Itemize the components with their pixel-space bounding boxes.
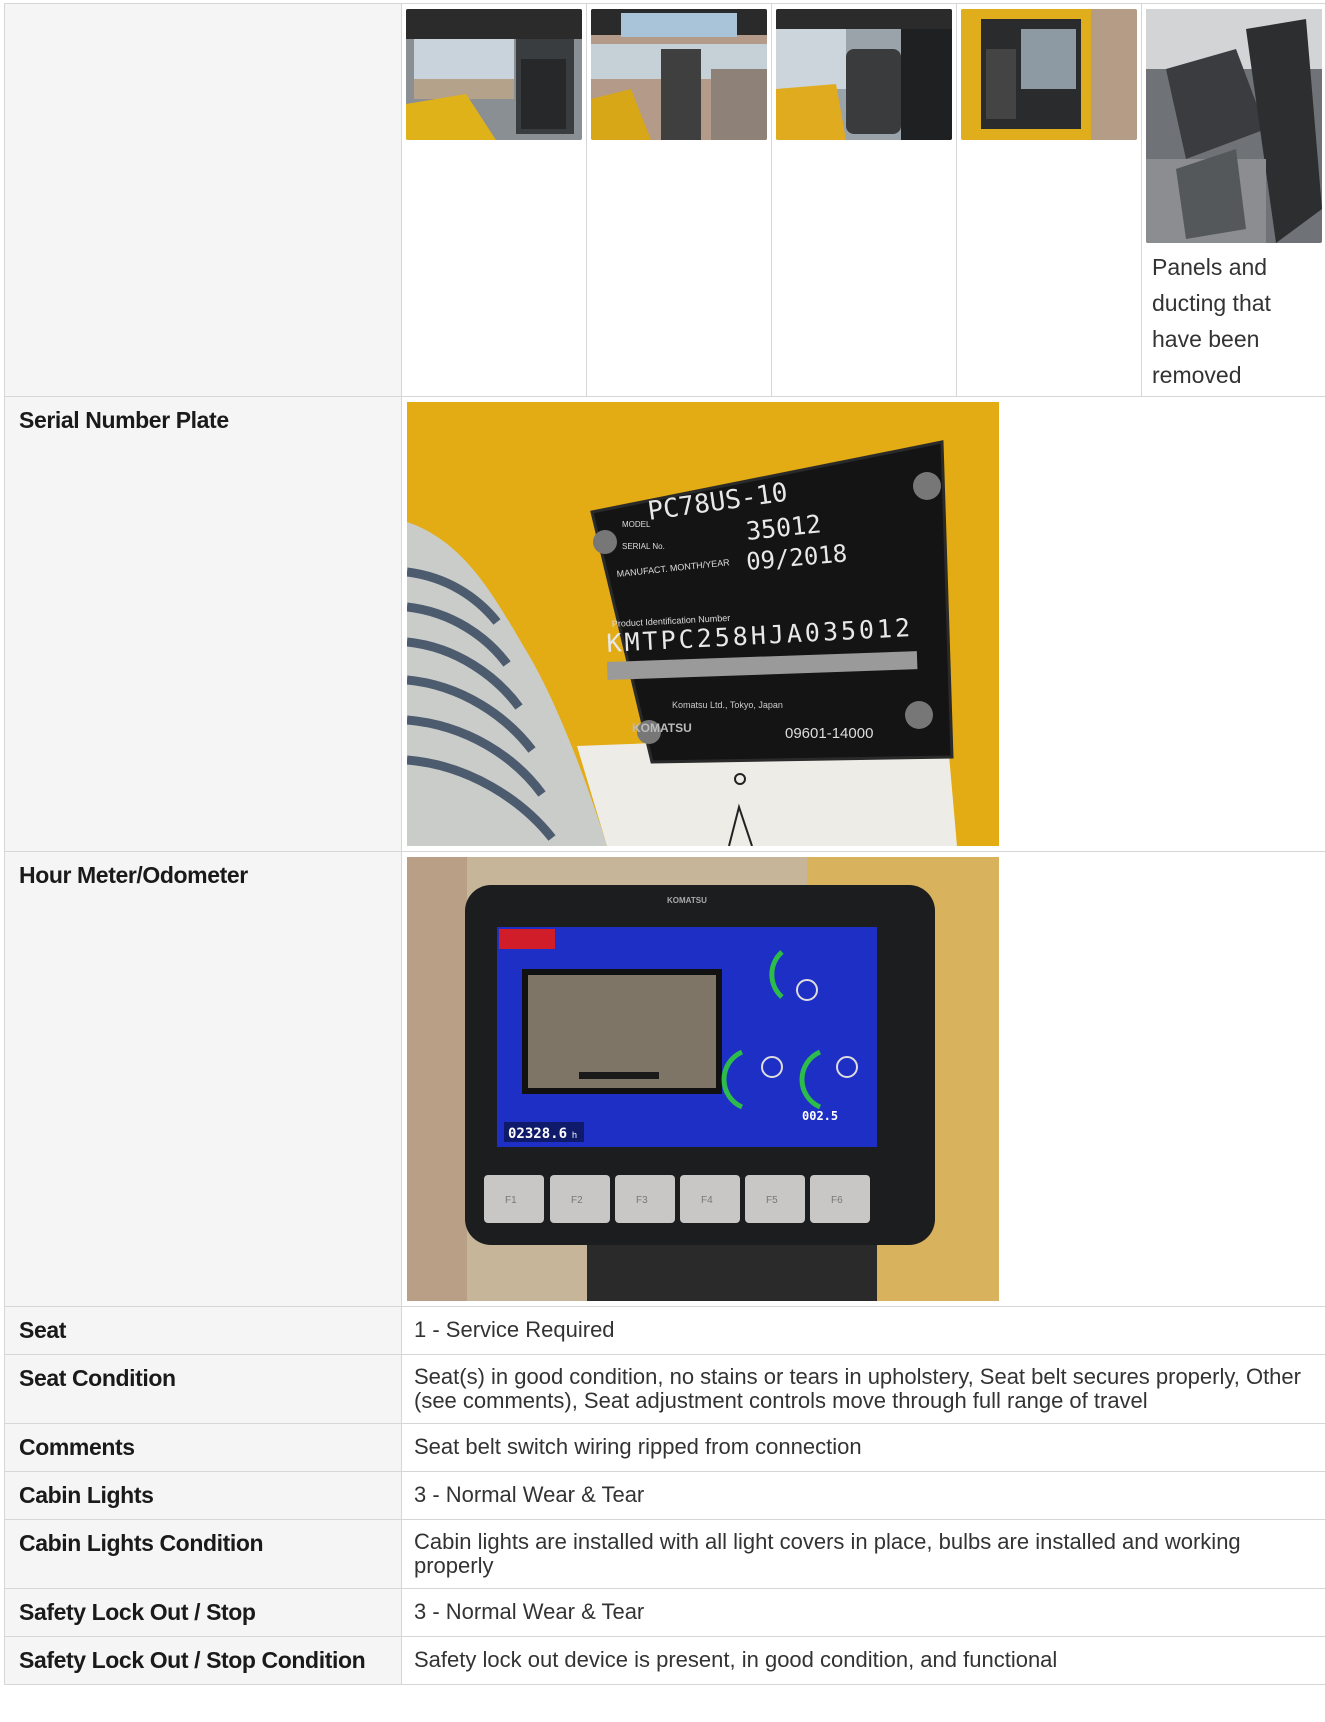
serial-plate-photo[interactable]: MODEL PC78US-10 SERIAL No. 35012 MANUFAC… — [407, 402, 999, 846]
field-label: Safety Lock Out / Stop Condition — [4, 1636, 402, 1685]
empty-label-cell — [4, 3, 402, 397]
thumbnail-cell: Panels and ducting that have been remove… — [1142, 4, 1325, 396]
function-key-label: F6 — [831, 1195, 843, 1206]
field-row: Safety Lock Out / Stop 3 - Normal Wear &… — [4, 1588, 1325, 1637]
photo-strip-row: Panels and ducting that have been remove… — [4, 3, 1325, 397]
field-row: Cabin Lights 3 - Normal Wear & Tear — [4, 1471, 1325, 1520]
function-key-label: F1 — [505, 1195, 517, 1206]
field-value: 1 - Service Required — [401, 1306, 1325, 1355]
serial-plate-row: Serial Number Plate MODEL PC78US-10 SERI… — [4, 396, 1325, 852]
cabin-door-photo[interactable] — [961, 9, 1137, 140]
field-label: Comments — [4, 1423, 402, 1472]
field-label: Seat — [4, 1306, 402, 1355]
field-label: Hour Meter/Odometer — [4, 851, 402, 1307]
field-value: Seat(s) in good condition, no stains or … — [401, 1354, 1325, 1424]
function-key-label: F2 — [571, 1195, 583, 1206]
field-label: Serial Number Plate — [4, 396, 402, 852]
hour-unit: h — [572, 1130, 577, 1140]
operator-seat-photo[interactable] — [776, 9, 952, 140]
field-label: Cabin Lights Condition — [4, 1519, 402, 1589]
hour-meter-photo[interactable]: KOMATSU 02328.6 h 002.5 F1 F2 F3 F4 F5 F… — [407, 857, 999, 1301]
plate-part-number: 09601-14000 — [785, 725, 873, 742]
field-row: Seat Condition Seat(s) in good condition… — [4, 1354, 1325, 1424]
display-brand: KOMATSU — [667, 896, 707, 905]
function-key-label: F3 — [636, 1195, 648, 1206]
field-row: Safety Lock Out / Stop Condition Safety … — [4, 1636, 1325, 1685]
field-value: 3 - Normal Wear & Tear — [401, 1471, 1325, 1520]
serial-plate-cell: MODEL PC78US-10 SERIAL No. 35012 MANUFAC… — [401, 396, 1325, 852]
field-value: Safety lock out device is present, in go… — [401, 1636, 1325, 1685]
plate-model-caption: MODEL — [622, 520, 651, 529]
cabin-interior-photo[interactable] — [406, 9, 582, 140]
field-value: Seat belt switch wiring ripped from conn… — [401, 1423, 1325, 1472]
field-label: Seat Condition — [4, 1354, 402, 1424]
field-label: Cabin Lights — [4, 1471, 402, 1520]
photo-strip-cell: Panels and ducting that have been remove… — [401, 3, 1325, 397]
hour-meter-row: Hour Meter/Odometer KOMATSU 02328.6 h 00… — [4, 851, 1325, 1307]
plate-serial-caption: SERIAL No. — [622, 542, 665, 551]
field-value: Cabin lights are installed with all ligh… — [401, 1519, 1325, 1589]
function-key-label: F4 — [701, 1195, 713, 1206]
thumbnail-cell — [957, 4, 1142, 396]
field-label: Safety Lock Out / Stop — [4, 1588, 402, 1637]
field-row: Seat 1 - Service Required — [4, 1306, 1325, 1355]
field-row: Comments Seat belt switch wiring ripped … — [4, 1423, 1325, 1472]
plate-brand: KOMATSU — [632, 721, 692, 735]
hour-reading: 02328.6 — [508, 1126, 567, 1142]
thumbnail-cell — [772, 4, 957, 396]
thumbnail-cell — [402, 4, 587, 396]
hour-meter-cell: KOMATSU 02328.6 h 002.5 F1 F2 F3 F4 F5 F… — [401, 851, 1325, 1307]
inspection-table: Panels and ducting that have been remove… — [4, 3, 1325, 1685]
removed-panels-photo[interactable] — [1146, 9, 1322, 243]
function-key-label: F5 — [766, 1195, 778, 1206]
cabin-roof-photo[interactable] — [591, 9, 767, 140]
flow-reading: 002.5 — [802, 1109, 838, 1123]
field-row: Cabin Lights Condition Cabin lights are … — [4, 1519, 1325, 1589]
thumbnail-cell — [587, 4, 772, 396]
field-value: 3 - Normal Wear & Tear — [401, 1588, 1325, 1637]
photo-caption: Panels and ducting that have been remove… — [1152, 254, 1271, 388]
plate-maker: Komatsu Ltd., Tokyo, Japan — [672, 700, 783, 710]
